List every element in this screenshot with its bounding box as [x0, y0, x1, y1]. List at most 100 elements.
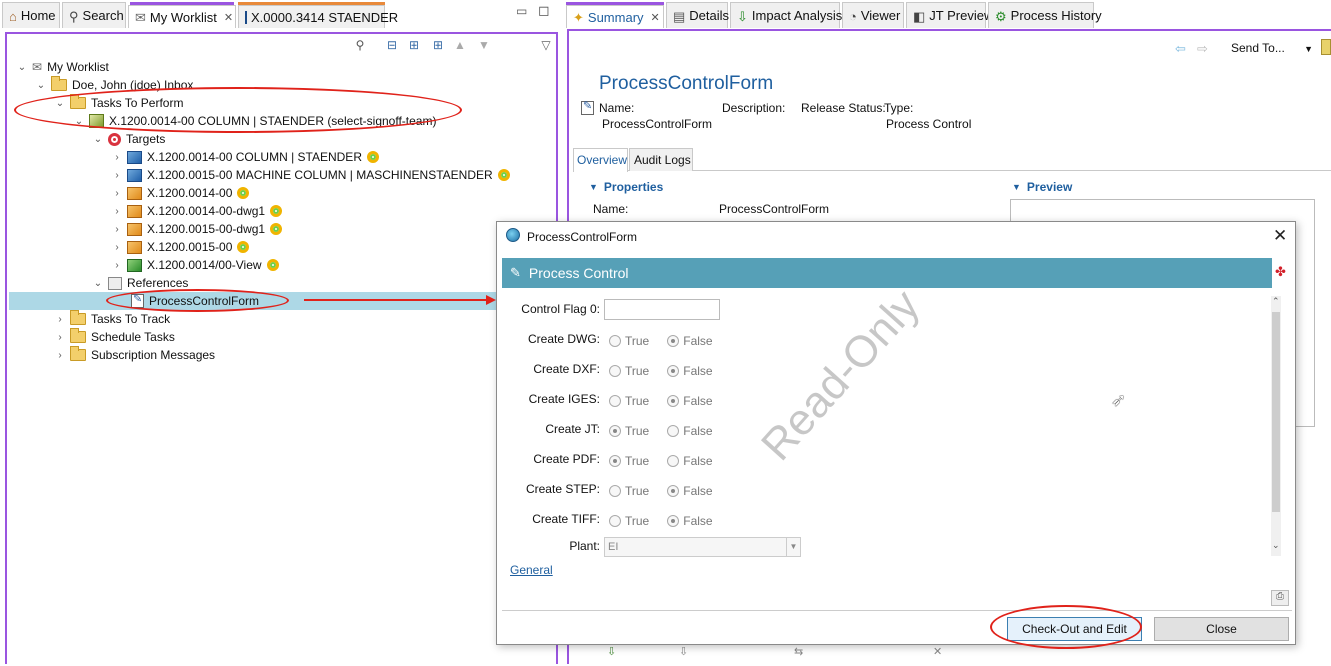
expand-arrow-icon[interactable]: ›: [55, 332, 65, 343]
radio-false[interactable]: [667, 335, 680, 347]
check-in-icon[interactable]: ⇩: [607, 645, 616, 658]
check-out-icon[interactable]: ⇩: [679, 645, 688, 658]
radio-false[interactable]: [667, 485, 680, 497]
expand-all-icon[interactable]: ⊞: [431, 38, 445, 52]
status-icon: [497, 169, 510, 181]
pin-icon[interactable]: [1321, 39, 1331, 55]
tab-overview[interactable]: Overview: [573, 148, 628, 172]
scrollbar[interactable]: ⌃ ⌄: [1271, 296, 1281, 556]
collapse-all-icon[interactable]: ⊟: [385, 38, 399, 52]
radio-true[interactable]: [609, 425, 621, 437]
tree-node-target[interactable]: › X.1200.0015-00 MACHINE COLUMN | MASCHI…: [112, 166, 510, 184]
check-out-and-edit-button[interactable]: Check-Out and Edit: [1007, 617, 1142, 641]
radio-true[interactable]: [609, 365, 621, 377]
expand-arrow-icon[interactable]: ›: [112, 188, 122, 199]
expand-arrow-icon[interactable]: ›: [55, 314, 65, 325]
tab-impact-analysis[interactable]: ⇩ Impact Analysis: [730, 2, 842, 28]
field-label: Create DWG:: [527, 332, 600, 346]
expand-arrow-icon[interactable]: ›: [112, 152, 122, 163]
radio-false[interactable]: [667, 515, 680, 527]
collapse-arrow-icon[interactable]: ⌄: [17, 62, 27, 73]
collapse-arrow-icon[interactable]: ⌄: [93, 134, 103, 145]
tab-home[interactable]: ⌂ Home: [2, 2, 60, 28]
search-icon[interactable]: ⚲: [353, 38, 367, 52]
tab-details[interactable]: ▤ Details: [666, 2, 729, 28]
tab-item-staender[interactable]: X.0000.3414 STAENDER: [238, 5, 398, 28]
cancel-checkout-icon[interactable]: ✕: [933, 645, 942, 658]
tree-node-inbox[interactable]: ⌄ Doe, John (jdoe) Inbox: [36, 76, 193, 94]
read-only-watermark: Read-Only: [752, 280, 930, 470]
expand-arrow-icon[interactable]: ›: [112, 170, 122, 181]
worklist-panel: ⚲ ⊟ ⊞ ⊞ ▲ ▼ ▽ ⌄ ✉ My Worklist ⌄ Doe, Joh…: [5, 32, 558, 664]
tab-audit-logs[interactable]: Audit Logs: [629, 148, 693, 171]
scrollbar-thumb[interactable]: [1272, 312, 1280, 512]
tab-viewer[interactable]: ◔ Viewer: [842, 2, 904, 28]
print-icon[interactable]: ⎙: [1271, 590, 1289, 606]
tree-node-target[interactable]: › X.1200.0015-00-dwg1: [112, 220, 283, 238]
control-flag-input[interactable]: [604, 299, 720, 320]
close-icon[interactable]: ✕: [651, 11, 660, 24]
tab-summary[interactable]: ✦ Summary ✕: [566, 5, 664, 28]
tab-jt-preview[interactable]: ◧ JT Preview: [906, 2, 993, 28]
send-to-menu[interactable]: Send To... ▼: [1231, 41, 1313, 55]
tree-node-task[interactable]: ⌄ X.1200.0014-00 COLUMN | STAENDER (sele…: [74, 112, 436, 130]
radio-group: True False: [609, 394, 713, 408]
tab-my-worklist[interactable]: ✉ My Worklist ✕: [128, 5, 236, 28]
maximize-icon[interactable]: ◻: [538, 2, 550, 19]
tab-search[interactable]: ⚲ Search: [62, 2, 126, 28]
minimize-icon[interactable]: ▭: [516, 4, 527, 18]
plant-select[interactable]: EI ▼: [604, 537, 801, 557]
bom-view-icon: [127, 258, 142, 272]
scroll-up-icon[interactable]: ⌃: [1272, 296, 1280, 307]
collapse-arrow-icon[interactable]: ⌄: [74, 116, 84, 127]
expand-arrow-icon[interactable]: ›: [112, 260, 122, 271]
preview-section-toggle[interactable]: ▼ Preview: [1012, 180, 1072, 194]
expand-icon[interactable]: ⊞: [407, 38, 421, 52]
tree-node-target[interactable]: › X.1200.0015-00: [112, 238, 250, 256]
radio-true[interactable]: [609, 335, 621, 347]
properties-section-toggle[interactable]: ▼ Properties: [589, 180, 663, 194]
tree-node-target[interactable]: › X.1200.0014-00 COLUMN | STAENDER: [112, 148, 379, 166]
move-up-icon[interactable]: ▲: [453, 38, 467, 52]
tree-node-subscription-messages[interactable]: › Subscription Messages: [55, 346, 215, 364]
radio-true[interactable]: [609, 485, 621, 497]
radio-true[interactable]: [609, 455, 621, 467]
tree-node-target[interactable]: › X.1200.0014-00: [112, 184, 250, 202]
close-icon[interactable]: ✕: [224, 11, 233, 24]
radio-true[interactable]: [609, 395, 621, 407]
radio-false[interactable]: [667, 455, 680, 467]
tree-node-target[interactable]: › X.1200.0014-00-dwg1: [112, 202, 283, 220]
tree-node-targets[interactable]: ⌄ Targets: [93, 130, 166, 148]
tree-node-target[interactable]: › X.1200.0014/00-View: [112, 256, 279, 274]
scroll-down-icon[interactable]: ⌄: [1272, 540, 1280, 551]
tree-node-process-control-form[interactable]: ProcessControlForm: [131, 292, 259, 310]
field-label: Create JT:: [545, 422, 600, 436]
tab-process-history[interactable]: ⚙ Process History: [988, 2, 1102, 28]
expand-arrow-icon[interactable]: ›: [112, 242, 122, 253]
radio-false[interactable]: [667, 425, 680, 437]
tree-node-schedule-tasks[interactable]: › Schedule Tasks: [55, 328, 175, 346]
pin-icon[interactable]: ✤: [1275, 264, 1286, 280]
expand-arrow-icon[interactable]: ›: [112, 224, 122, 235]
radio-true[interactable]: [609, 515, 621, 527]
collapse-arrow-icon[interactable]: ⌄: [36, 80, 46, 91]
close-button[interactable]: Close: [1154, 617, 1289, 641]
radio-false[interactable]: [667, 395, 680, 407]
tree-node-tasks-to-track[interactable]: › Tasks To Track: [55, 310, 170, 328]
collapse-arrow-icon[interactable]: ⌄: [93, 278, 103, 289]
collapse-arrow-icon[interactable]: ⌄: [55, 98, 65, 109]
forward-icon[interactable]: ⇨: [1197, 41, 1208, 57]
close-icon[interactable]: ✕: [1273, 226, 1287, 246]
tree-node-tasks-to-perform[interactable]: ⌄ Tasks To Perform: [55, 94, 183, 112]
tree-node-references[interactable]: ⌄ References: [93, 274, 189, 292]
transfer-icon[interactable]: ⇆: [794, 645, 803, 658]
expand-arrow-icon[interactable]: ›: [55, 350, 65, 361]
radio-false[interactable]: [667, 365, 680, 377]
general-link[interactable]: General: [510, 563, 553, 577]
radio-label: False: [683, 334, 713, 348]
back-icon[interactable]: ⇦: [1175, 41, 1186, 57]
expand-arrow-icon[interactable]: ›: [112, 206, 122, 217]
move-down-icon[interactable]: ▼: [477, 38, 491, 52]
view-menu-icon[interactable]: ▽: [539, 38, 553, 52]
tree-node-my-worklist[interactable]: ⌄ ✉ My Worklist: [17, 58, 109, 76]
